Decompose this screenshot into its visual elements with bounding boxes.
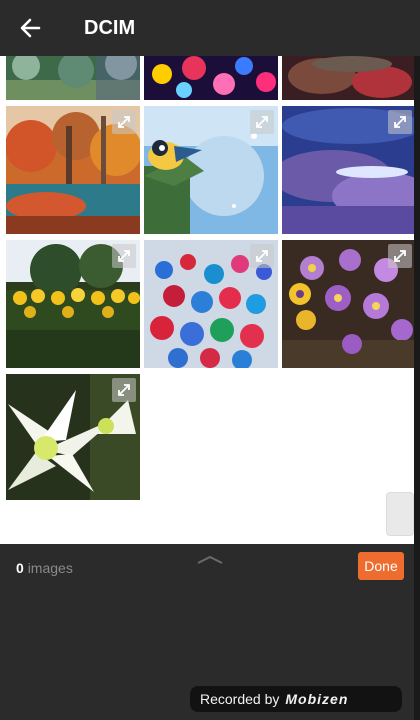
expand-panel-handle[interactable] [196, 552, 224, 570]
expand-button[interactable] [112, 110, 136, 134]
gallery-thumbnail[interactable] [6, 56, 140, 100]
expand-icon [118, 116, 130, 128]
expand-icon [256, 250, 268, 262]
expand-button[interactable] [112, 244, 136, 268]
selected-count-label: images [27, 560, 73, 576]
gallery-thumbnail[interactable] [6, 106, 140, 234]
chevron-up-icon [197, 555, 223, 564]
gallery-thumbnail[interactable] [282, 240, 414, 368]
expand-button[interactable] [112, 378, 136, 402]
expand-button[interactable] [250, 244, 274, 268]
gallery-thumbnail[interactable] [144, 56, 278, 100]
photo-bokeh-partial [144, 56, 278, 100]
gallery-thumbnail[interactable] [282, 56, 414, 100]
gallery-thumbnail[interactable] [6, 240, 140, 368]
expand-icon [256, 116, 268, 128]
gallery-thumbnail[interactable] [144, 106, 278, 234]
app-bar: DCIM [0, 0, 420, 56]
mobizen-logo: Mobizen [285, 691, 349, 707]
image-grid [0, 56, 414, 544]
expand-icon [118, 384, 130, 396]
expand-button[interactable] [388, 244, 412, 268]
page-title: DCIM [84, 16, 136, 39]
gallery-thumbnail[interactable] [282, 106, 414, 234]
expand-icon [394, 116, 406, 128]
expand-button[interactable] [250, 110, 274, 134]
recorded-label: Recorded by [200, 691, 280, 707]
fast-scroll-handle[interactable] [386, 492, 414, 536]
expand-button[interactable] [388, 110, 412, 134]
recording-watermark: Recorded by Mobizen [190, 686, 402, 712]
expand-icon [394, 250, 406, 262]
done-button[interactable]: Done [358, 552, 404, 580]
gallery-thumbnail[interactable] [144, 240, 278, 368]
selected-count: 0 images [16, 560, 73, 576]
gallery-thumbnail[interactable] [6, 374, 140, 500]
screen-edge [414, 0, 420, 720]
selected-count-number: 0 [16, 560, 24, 576]
back-button[interactable] [0, 0, 60, 56]
photo-forest-partial [6, 56, 140, 100]
back-arrow-icon [20, 18, 41, 38]
photo-blur-partial [282, 56, 414, 100]
expand-icon [118, 250, 130, 262]
